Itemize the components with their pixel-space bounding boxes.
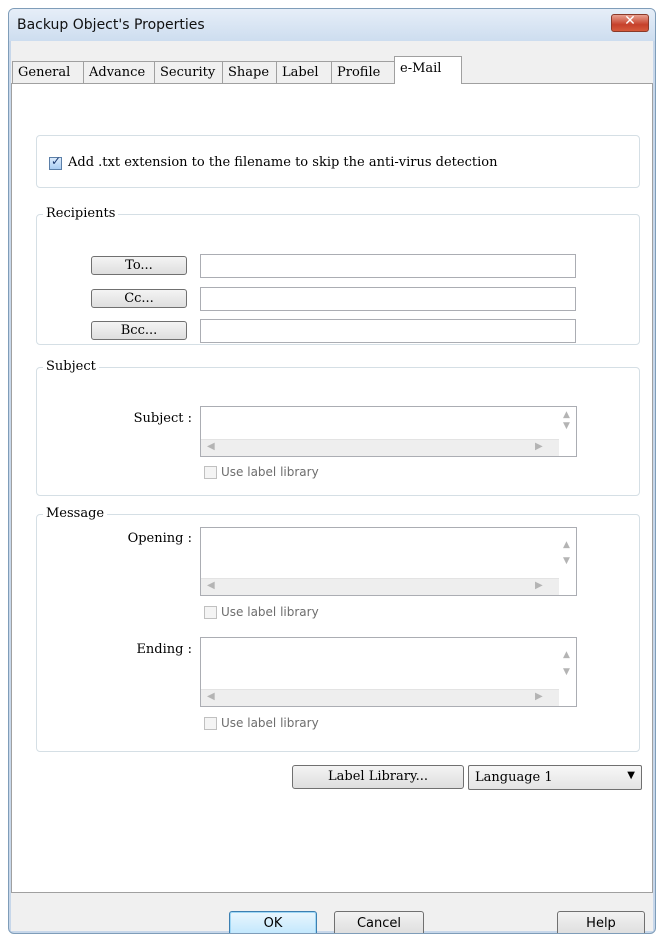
bcc-field[interactable] [200, 319, 576, 343]
cc-button[interactable]: Cc... [91, 289, 187, 308]
arrow-down-icon[interactable]: ▼ [563, 421, 570, 431]
tab-label: e-Mail [400, 61, 442, 76]
title-bar[interactable]: Backup Object's Properties ✕ [9, 9, 655, 41]
tab-security[interactable]: Security [154, 61, 223, 83]
opening-label: Opening : [127, 531, 192, 546]
vertical-scrollbar[interactable]: ▲ ▼ [559, 638, 576, 691]
ending-use-label-library-label: Use label library [221, 716, 319, 730]
recipients-group: Recipients To... Cc... Bcc... [36, 206, 640, 345]
cc-field[interactable] [200, 287, 576, 311]
help-button[interactable]: Help [557, 911, 645, 933]
email-tab-panel: Add .txt extension to the filename to sk… [11, 83, 653, 893]
horizontal-scrollbar[interactable]: ◀ ▶ [201, 578, 559, 595]
tab-label: Shape [228, 65, 270, 80]
message-legend: Message [43, 506, 108, 521]
tab-label-text: Label [282, 65, 319, 80]
arrow-up-icon[interactable]: ▲ [563, 410, 570, 420]
horizontal-scrollbar[interactable]: ◀ ▶ [201, 689, 559, 706]
arrow-left-icon[interactable]: ◀ [207, 691, 215, 702]
chevron-down-icon[interactable]: ▼ [627, 770, 635, 781]
subject-textarea[interactable]: ▲ ▼ ◀ ▶ [200, 406, 577, 457]
ending-use-label-library-checkbox[interactable] [204, 717, 217, 730]
cancel-button[interactable]: Cancel [334, 911, 424, 933]
tab-label: General [18, 65, 71, 80]
opening-use-label-library-label: Use label library [221, 605, 319, 619]
language-select[interactable]: Language 1 ▼ [468, 765, 642, 790]
arrow-right-icon[interactable]: ▶ [535, 441, 543, 452]
window-title: Backup Object's Properties [17, 17, 205, 33]
ok-button[interactable]: OK [229, 911, 317, 933]
to-field[interactable] [200, 254, 576, 278]
vertical-scrollbar[interactable]: ▲ ▼ [559, 528, 576, 580]
tab-general[interactable]: General [12, 61, 84, 83]
tab-label: Profile [337, 65, 381, 80]
add-txt-extension-checkbox[interactable] [49, 154, 62, 170]
vertical-scrollbar[interactable]: ▲ ▼ [559, 407, 576, 441]
recipients-legend: Recipients [43, 206, 119, 221]
tab-advance[interactable]: Advance [83, 61, 155, 83]
opening-use-label-library-checkbox[interactable] [204, 606, 217, 619]
arrow-up-icon[interactable]: ▲ [563, 650, 570, 660]
ending-textarea[interactable]: ▲ ▼ ◀ ▶ [200, 637, 577, 707]
dialog-body: General Advance Security Shape Label Pro… [11, 41, 653, 933]
subject-legend: Subject [43, 359, 99, 374]
subject-label: Subject : [133, 411, 192, 426]
arrow-down-icon[interactable]: ▼ [563, 667, 570, 677]
tab-label[interactable]: Label [276, 61, 332, 83]
label-library-button[interactable]: Label Library... [292, 765, 464, 789]
arrow-left-icon[interactable]: ◀ [207, 441, 215, 452]
message-group: Message Opening : ▲ ▼ ◀ ▶ Use label libr… [36, 506, 640, 752]
language-select-value: Language 1 [475, 770, 553, 785]
opening-textarea[interactable]: ▲ ▼ ◀ ▶ [200, 527, 577, 596]
bcc-button[interactable]: Bcc... [91, 321, 187, 340]
arrow-right-icon[interactable]: ▶ [535, 691, 543, 702]
arrow-up-icon[interactable]: ▲ [563, 540, 570, 550]
to-button[interactable]: To... [91, 256, 187, 275]
tab-label: Security [160, 65, 216, 80]
subject-use-label-library-checkbox[interactable] [204, 466, 217, 479]
add-txt-extension-label: Add .txt extension to the filename to sk… [68, 155, 498, 170]
arrow-right-icon[interactable]: ▶ [535, 580, 543, 591]
horizontal-scrollbar[interactable]: ◀ ▶ [201, 439, 559, 456]
tab-profile[interactable]: Profile [331, 61, 395, 83]
option-box: Add .txt extension to the filename to sk… [36, 135, 640, 188]
arrow-left-icon[interactable]: ◀ [207, 580, 215, 591]
ending-label: Ending : [136, 642, 192, 657]
tab-shape[interactable]: Shape [222, 61, 277, 83]
properties-dialog: Backup Object's Properties ✕ General Adv… [8, 8, 656, 934]
tab-label: Advance [89, 65, 146, 80]
arrow-down-icon[interactable]: ▼ [563, 556, 570, 566]
subject-group: Subject Subject : ▲ ▼ ◀ ▶ Use label libr… [36, 359, 640, 496]
close-icon: ✕ [624, 13, 636, 29]
close-button[interactable]: ✕ [611, 13, 649, 32]
tab-email[interactable]: e-Mail [394, 56, 462, 84]
subject-use-label-library-label: Use label library [221, 465, 319, 479]
